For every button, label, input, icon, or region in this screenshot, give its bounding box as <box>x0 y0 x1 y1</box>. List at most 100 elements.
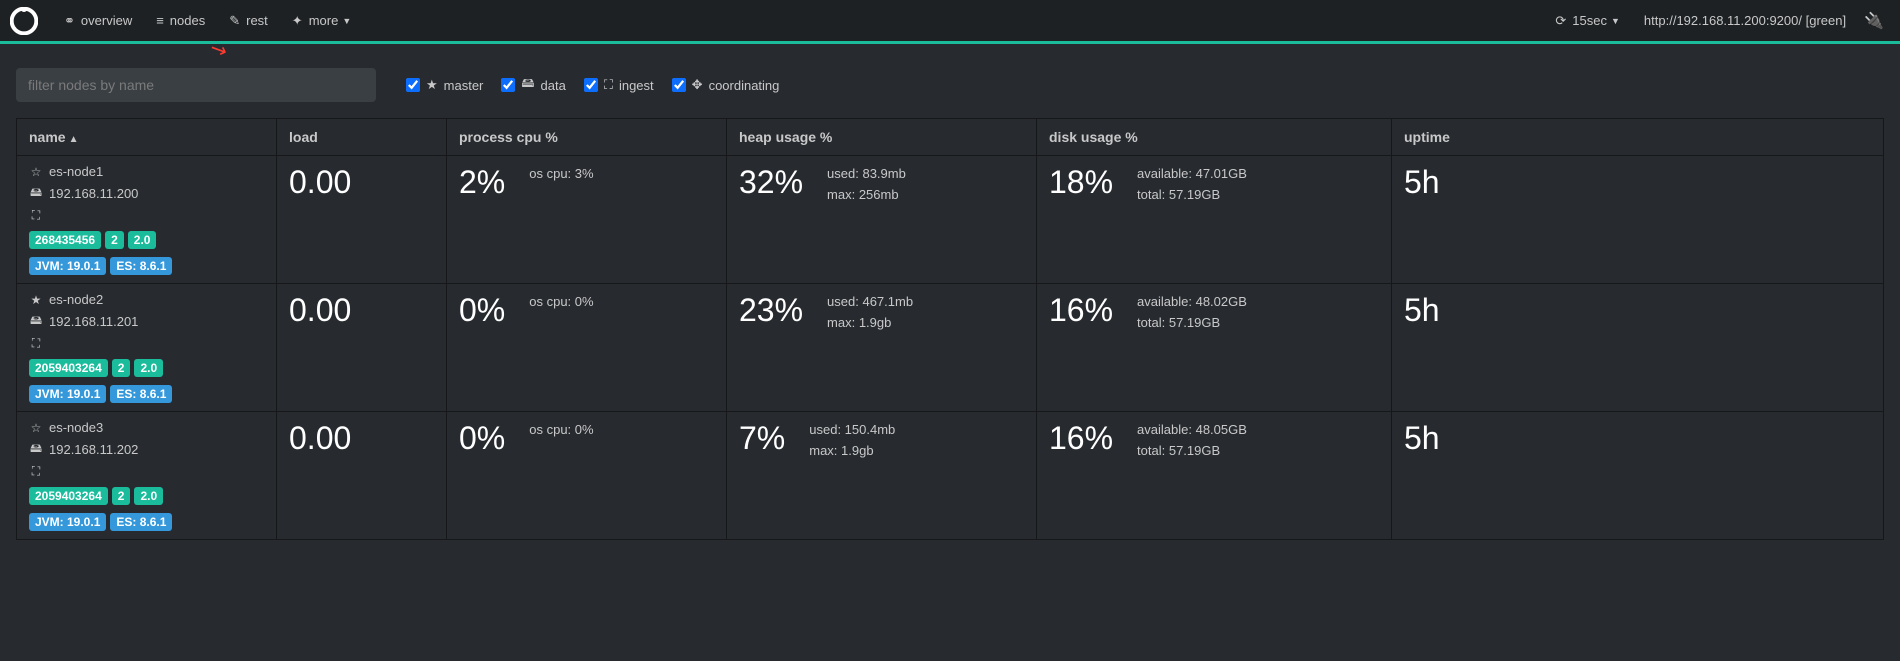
filter-master[interactable]: ★ master <box>406 77 483 93</box>
col-load[interactable]: load <box>277 119 447 156</box>
disk-cell: 16%available: 48.02GBtotal: 57.19GB <box>1037 284 1392 412</box>
badge: ES: 8.6.1 <box>110 513 172 531</box>
filter-ingest[interactable]: ⛶ ingest <box>584 77 654 93</box>
wand-icon: ✦ <box>292 13 303 29</box>
heap-cell: 7%used: 150.4mbmax: 1.9gb <box>727 412 1037 540</box>
nav-more[interactable]: ✦ more ▼ <box>280 0 363 43</box>
badges: 205940326422.0 <box>29 487 264 505</box>
logo <box>10 7 38 35</box>
node-ip: 192.168.11.202 <box>49 442 138 457</box>
master-icon: ☆ <box>29 165 43 179</box>
edit-icon: ✎ <box>229 13 240 29</box>
uptime-cell: 5h <box>1392 284 1884 412</box>
col-heap[interactable]: heap usage % <box>727 119 1037 156</box>
refresh-label: 15sec <box>1572 13 1607 28</box>
os-cpu: os cpu: 0% <box>529 292 593 313</box>
cpu-cell: 0% os cpu: 0% <box>447 284 727 412</box>
col-disk[interactable]: disk usage % <box>1037 119 1392 156</box>
badge: JVM: 19.0.1 <box>29 257 106 275</box>
cpu-value: 0% <box>459 292 505 329</box>
badges: 26843545622.0 <box>29 231 264 249</box>
nav-nodes[interactable]: ≡ nodes <box>144 0 217 43</box>
sort-asc-icon: ▲ <box>69 134 79 145</box>
badge: 2 <box>112 487 131 505</box>
nav-rest-label: rest <box>246 13 268 28</box>
node-name-cell: ★es-node2🖴192.168.11.201⛶205940326422.0J… <box>17 284 277 412</box>
crop-icon: ⛶ <box>29 336 43 351</box>
heap-used: used: 83.9mb <box>827 164 906 185</box>
os-cpu: os cpu: 3% <box>529 164 593 185</box>
disk-value: 16% <box>1049 292 1113 329</box>
badge: 2 <box>112 359 131 377</box>
nav-nodes-label: nodes <box>170 13 205 28</box>
nav-rest[interactable]: ✎ rest <box>217 0 280 43</box>
master-icon: ★ <box>29 293 43 307</box>
heap-max: max: 1.9gb <box>827 313 913 334</box>
node-name: es-node2 <box>49 292 103 307</box>
filter-input[interactable] <box>16 68 376 102</box>
uptime-cell: 5h <box>1392 156 1884 284</box>
navbar: ⚭ overview ≡ nodes ✎ rest ✦ more ▼ ⟳ 15s… <box>0 0 1900 44</box>
col-uptime[interactable]: uptime <box>1392 119 1884 156</box>
heap-used: used: 150.4mb <box>809 420 895 441</box>
heap-value: 23% <box>739 292 803 329</box>
node-name: es-node1 <box>49 164 103 179</box>
col-name[interactable]: name▲ <box>17 119 277 156</box>
filter-coordinating-label: coordinating <box>709 78 780 93</box>
filter-ingest-checkbox[interactable] <box>584 78 598 92</box>
refresh-icon: ⟳ <box>1555 13 1566 29</box>
table-row: ☆es-node1🖴192.168.11.200⛶26843545622.0JV… <box>17 156 1884 284</box>
badge: 2 <box>105 231 124 249</box>
heap-cell: 32%used: 83.9mbmax: 256mb <box>727 156 1037 284</box>
database-icon: 🖴 <box>29 183 43 204</box>
badge: 2.0 <box>134 487 163 505</box>
badge: 2059403264 <box>29 487 108 505</box>
load-value: 0.00 <box>289 420 434 457</box>
filter-master-label: master <box>444 78 484 93</box>
heap-cell: 23% used: 467.1mbmax: 1.9gb <box>727 284 1037 412</box>
node-name: es-node3 <box>49 420 103 435</box>
heap-value: 32% <box>739 164 803 201</box>
filter-data[interactable]: 🖴 data <box>501 74 565 96</box>
plug-icon[interactable]: 🔌 <box>1858 11 1890 31</box>
list-icon: ≡ <box>156 13 164 28</box>
filter-data-label: data <box>541 78 566 93</box>
cpu-value: 2% <box>459 164 505 201</box>
disk-avail: available: 48.05GB <box>1137 420 1247 441</box>
filter-ingest-label: ingest <box>619 78 654 93</box>
badge: ES: 8.6.1 <box>110 385 172 403</box>
os-cpu: os cpu: 0% <box>529 420 593 441</box>
cpu-value: 0% <box>459 420 505 457</box>
uptime-value: 5h <box>1404 292 1871 329</box>
heap-used: used: 467.1mb <box>827 292 913 313</box>
filter-data-checkbox[interactable] <box>501 78 515 92</box>
heap-value: 7% <box>739 420 785 457</box>
nav-more-label: more <box>309 13 339 28</box>
node-ip: 192.168.11.201 <box>49 314 138 329</box>
move-icon: ✥ <box>692 77 703 93</box>
node-name-cell: ☆es-node3🖴192.168.11.202⛶205940326422.0J… <box>17 412 277 540</box>
disk-value: 18% <box>1049 164 1113 201</box>
disk-cell: 18% available: 47.01GBtotal: 57.19GB <box>1037 156 1392 284</box>
filter-coordinating-checkbox[interactable] <box>672 78 686 92</box>
load-value: 0.00 <box>289 164 434 201</box>
nav-overview[interactable]: ⚭ overview <box>52 0 144 43</box>
load-value: 0.00 <box>289 292 434 329</box>
disk-total: total: 57.19GB <box>1137 185 1247 206</box>
table-row: ☆es-node3🖴192.168.11.202⛶205940326422.0J… <box>17 412 1884 540</box>
table-header-row: name▲ load process cpu % heap usage % di… <box>17 119 1884 156</box>
disk-total: total: 57.19GB <box>1137 313 1247 334</box>
load-cell: 0.00 <box>277 284 447 412</box>
disk-avail: available: 47.01GB <box>1137 164 1247 185</box>
col-cpu[interactable]: process cpu % <box>447 119 727 156</box>
star-icon: ★ <box>426 77 438 93</box>
refresh-interval[interactable]: ⟳ 15sec ▼ <box>1543 13 1632 29</box>
filter-master-checkbox[interactable] <box>406 78 420 92</box>
table-row: ★es-node2🖴192.168.11.201⛶205940326422.0J… <box>17 284 1884 412</box>
nav-overview-label: overview <box>81 13 132 28</box>
load-cell: 0.00 <box>277 156 447 284</box>
database-icon: 🖴 <box>29 311 43 332</box>
chevron-down-icon: ▼ <box>1611 16 1620 26</box>
role-filters: ★ master 🖴 data ⛶ ingest ✥ coordinating <box>406 74 779 96</box>
filter-coordinating[interactable]: ✥ coordinating <box>672 77 780 93</box>
